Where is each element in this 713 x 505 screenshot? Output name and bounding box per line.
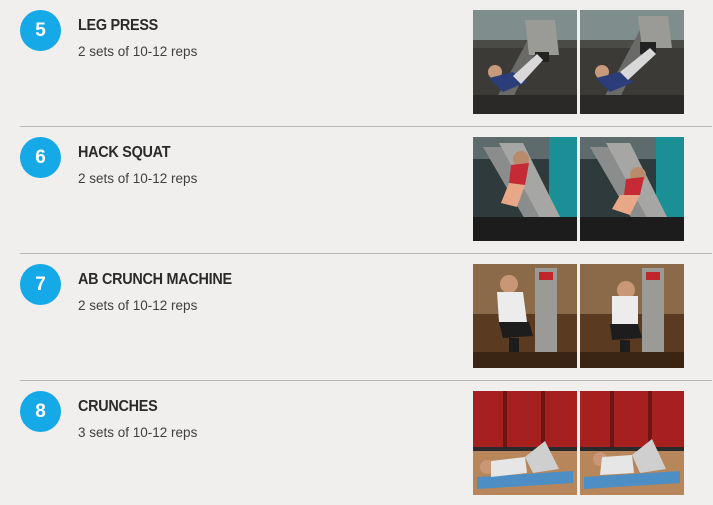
exercise-sets: 2 sets of 10-12 reps [78,298,198,313]
exercise-photo-end [580,10,684,114]
exercise-number-badge: 6 [20,137,61,178]
exercise-number-badge: 8 [20,391,61,432]
exercise-row-ab-crunch-machine: 7 AB CRUNCH MACHINE 2 sets of 10-12 reps [0,254,713,381]
exercise-row-hack-squat: 6 HACK SQUAT 2 sets of 10-12 reps [0,127,713,254]
exercise-sets: 2 sets of 10-12 reps [78,171,198,186]
exercise-row-leg-press: 5 LEG PRESS 2 sets of 10-12 reps [0,0,713,127]
exercise-title: AB CRUNCH MACHINE [78,271,232,288]
exercise-number-badge: 7 [20,264,61,305]
exercise-row-crunches: 8 CRUNCHES 3 sets of 10-12 reps [0,381,713,505]
exercise-title: LEG PRESS [78,17,159,34]
exercise-photo-end [580,137,684,241]
exercise-sets: 3 sets of 10-12 reps [78,425,198,440]
exercise-sets: 2 sets of 10-12 reps [78,44,198,59]
exercise-photo-start [473,137,577,241]
exercise-photo-end [580,264,684,368]
exercise-photo-start [473,10,577,114]
exercise-photo-start [473,391,577,495]
exercise-number-badge: 5 [20,10,61,51]
exercise-title: CRUNCHES [78,398,158,415]
exercise-title: HACK SQUAT [78,144,171,161]
exercise-photo-start [473,264,577,368]
exercise-photo-end [580,391,684,495]
